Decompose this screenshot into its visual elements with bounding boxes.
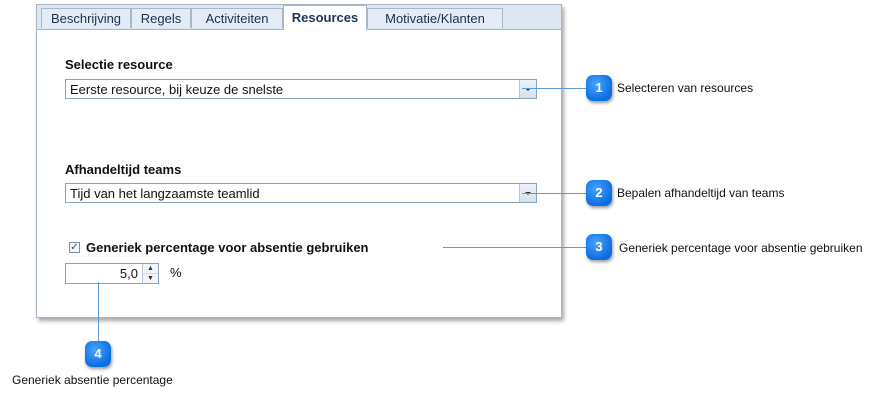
tab-motivatie-klanten[interactable]: Motivatie/Klanten: [367, 8, 503, 28]
callout-text-3: Generiek percentage voor absentie gebrui…: [619, 241, 863, 255]
team-time-value: Tijd van het langzaamste teamlid: [70, 186, 260, 201]
callout-badge-3: 3: [586, 234, 612, 260]
tab-beschrijving[interactable]: Beschrijving: [41, 8, 131, 28]
callout-badge-4: 4: [85, 341, 111, 367]
stepper-down-icon[interactable]: ▼: [143, 274, 158, 283]
team-time-dropdown[interactable]: Tijd van het langzaamste teamlid: [65, 183, 537, 203]
tab-bar: Beschrijving Regels Activiteiten Resourc…: [37, 5, 561, 30]
tab-activiteiten[interactable]: Activiteiten: [191, 8, 283, 28]
absence-percentage-stepper[interactable]: 5,0 ▲ ▼: [65, 263, 159, 284]
callout-badge-2: 2: [586, 180, 612, 206]
resource-selection-label: Selectie resource: [65, 57, 173, 72]
callout-1-connector: [522, 88, 586, 89]
absence-checkbox-label: Generiek percentage voor absentie gebrui…: [86, 240, 369, 255]
callout-3-connector: [443, 247, 586, 248]
percentage-unit-label: %: [170, 265, 182, 280]
team-time-label: Afhandeltijd teams: [65, 162, 182, 177]
callout-badge-1: 1: [586, 75, 612, 101]
callout-4-connector: [98, 282, 99, 344]
resource-selection-value: Eerste resource, bij keuze de snelste: [70, 82, 284, 97]
callout-text-2: Bepalen afhandeltijd van teams: [617, 186, 785, 200]
tab-resources[interactable]: Resources: [283, 5, 367, 30]
stepper-up-icon[interactable]: ▲: [143, 264, 158, 274]
tab-regels[interactable]: Regels: [131, 8, 191, 28]
resources-dialog-panel: Beschrijving Regels Activiteiten Resourc…: [36, 4, 562, 318]
callout-text-1: Selecteren van resources: [617, 81, 754, 95]
absence-checkbox[interactable]: ✓: [69, 242, 80, 253]
resource-selection-dropdown[interactable]: Eerste resource, bij keuze de snelste: [65, 79, 537, 99]
stepper-buttons: ▲ ▼: [142, 264, 158, 283]
absence-percentage-value[interactable]: 5,0: [120, 266, 138, 282]
chevron-down-icon[interactable]: [519, 80, 536, 98]
callout-text-4: Generiek absentie percentage: [12, 373, 173, 387]
callout-2-connector: [522, 193, 586, 194]
